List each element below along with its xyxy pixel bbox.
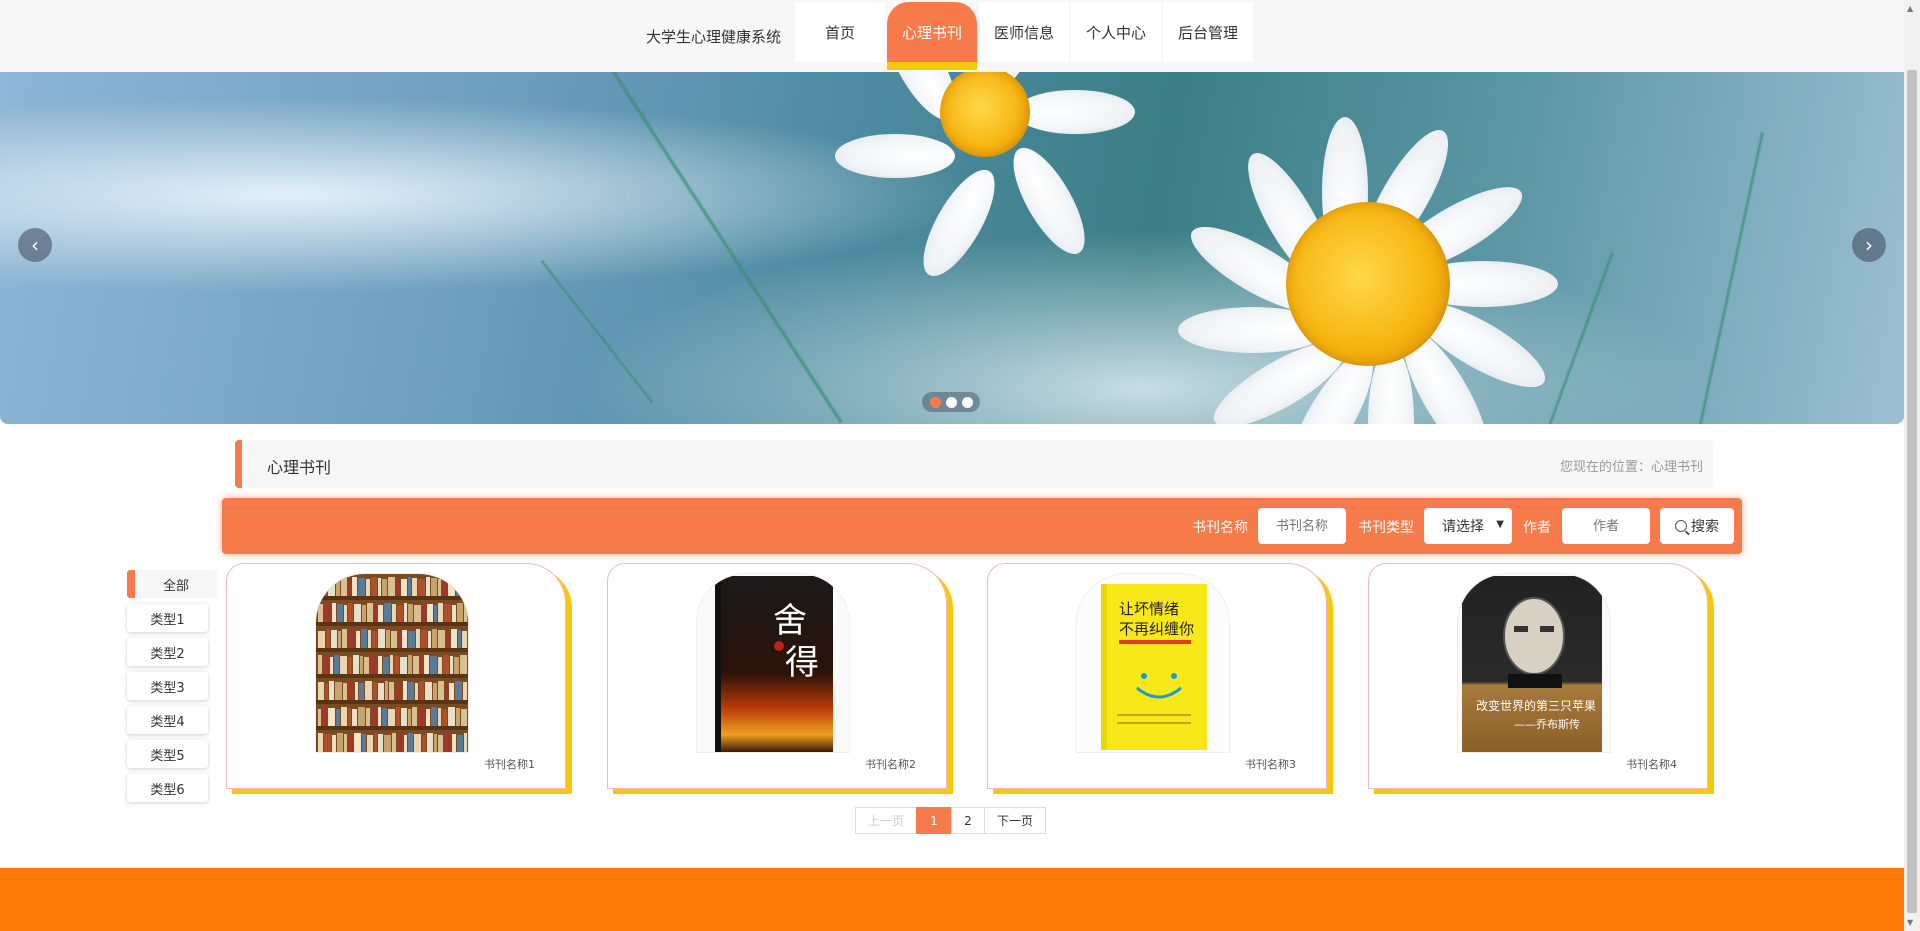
book-name: 书刊名称3 — [1245, 758, 1296, 771]
page-2-button[interactable]: 2 — [951, 807, 985, 834]
nav-admin[interactable]: 后台管理 — [1163, 2, 1253, 62]
svg-text:改变世界的第三只苹果: 改变世界的第三只苹果 — [1476, 698, 1596, 713]
scroll-thumb[interactable] — [1907, 70, 1917, 913]
book-name-input[interactable] — [1258, 508, 1346, 544]
main-nav: 首页 心理书刊 医师信息 个人中心 后台管理 — [795, 2, 1253, 70]
book-cover: 改变世界的第三只苹果 ——乔布斯传 — [1457, 573, 1611, 753]
carousel-indicators — [922, 392, 980, 412]
book-card[interactable]: 舍 得 书刊名称2 — [607, 563, 947, 789]
author-label: 作者 — [1523, 520, 1551, 536]
chevron-left-icon: ‹ — [31, 233, 39, 257]
pagination: 上一页 1 2 下一页 — [855, 807, 1046, 834]
book-type-label: 书刊类型 — [1358, 520, 1414, 536]
svg-text:不再纠缠你: 不再纠缠你 — [1119, 620, 1194, 638]
svg-text:让坏情绪: 让坏情绪 — [1119, 600, 1179, 618]
book-name: 书刊名称1 — [484, 758, 535, 771]
book-name: 书刊名称2 — [865, 758, 916, 771]
section-header: 心理书刊 您现在的位置：心理书刊 — [235, 440, 1713, 488]
nav-profile[interactable]: 个人中心 — [1071, 2, 1161, 62]
carousel-dot-1[interactable] — [929, 396, 941, 408]
next-page-button[interactable]: 下一页 — [984, 807, 1046, 834]
page-1-button[interactable]: 1 — [916, 807, 952, 834]
search-button[interactable]: 搜索 — [1660, 508, 1734, 544]
category-item[interactable]: 类型6 — [127, 774, 208, 802]
breadcrumb: 您现在的位置：心理书刊 — [1559, 460, 1703, 475]
book-type-value: 请选择 — [1442, 519, 1484, 535]
cover-title-2: 得 — [785, 643, 819, 683]
carousel-dot-2[interactable] — [945, 396, 957, 408]
category-item[interactable]: 类型3 — [127, 672, 208, 700]
nav-books[interactable]: 心理书刊 — [887, 2, 977, 70]
book-type-select[interactable]: 请选择 ▼ — [1424, 508, 1512, 544]
category-all[interactable]: 全部 — [127, 570, 217, 598]
scroll-down-icon[interactable]: ▼ — [1907, 918, 1913, 927]
search-button-label: 搜索 — [1691, 519, 1719, 535]
category-list: 全部 类型1 类型2 类型3 类型4 类型5 类型6 — [127, 570, 217, 808]
svg-text:——乔布斯传: ——乔布斯传 — [1514, 718, 1580, 731]
carousel-next-button[interactable]: › — [1852, 228, 1886, 262]
category-item[interactable]: 类型4 — [127, 706, 208, 734]
book-name-label: 书刊名称 — [1192, 520, 1248, 536]
category-item[interactable]: 类型5 — [127, 740, 208, 768]
banner-carousel: ‹ › — [0, 72, 1904, 424]
prev-page-button[interactable]: 上一页 — [855, 807, 917, 834]
footer — [0, 868, 1904, 931]
scroll-up-icon[interactable]: ▲ — [1907, 4, 1913, 13]
book-card[interactable]: 书刊名称1 — [226, 563, 566, 789]
top-navbar: 大学生心理健康系统 首页 心理书刊 医师信息 个人中心 后台管理 — [0, 0, 1904, 72]
chevron-right-icon: › — [1865, 233, 1873, 257]
book-cover-image: 让坏情绪 不再纠缠你 — [1077, 574, 1229, 752]
book-cover: 让坏情绪 不再纠缠你 — [1076, 573, 1230, 753]
bookshelf-image — [316, 574, 468, 752]
carousel-prev-button[interactable]: ‹ — [18, 228, 52, 262]
book-name: 书刊名称4 — [1626, 758, 1677, 771]
search-icon — [1675, 520, 1687, 532]
page-scrollbar[interactable]: ▲ ▼ — [1904, 0, 1920, 931]
book-card[interactable]: 改变世界的第三只苹果 ——乔布斯传 书刊名称4 — [1368, 563, 1708, 789]
author-input[interactable] — [1562, 508, 1650, 544]
cover-title-1: 舍 — [773, 601, 807, 641]
search-bar: 书刊名称 书刊类型 请选择 ▼ 作者 搜索 — [222, 498, 1742, 554]
book-cover — [315, 573, 469, 753]
book-card[interactable]: 让坏情绪 不再纠缠你 书刊名称3 — [987, 563, 1327, 789]
nav-home[interactable]: 首页 — [795, 2, 885, 62]
category-item[interactable]: 类型2 — [127, 638, 208, 666]
site-title: 大学生心理健康系统 — [646, 28, 782, 46]
carousel-dot-3[interactable] — [961, 396, 973, 408]
category-item[interactable]: 类型1 — [127, 604, 208, 632]
nav-doctors[interactable]: 医师信息 — [979, 2, 1069, 62]
section-title: 心理书刊 — [267, 458, 332, 477]
chevron-down-icon: ▼ — [1496, 519, 1504, 530]
book-cover-image: 改变世界的第三只苹果 ——乔布斯传 — [1458, 574, 1610, 752]
book-cover-image: 舍 得 — [697, 574, 849, 752]
book-cover: 舍 得 — [696, 573, 850, 753]
